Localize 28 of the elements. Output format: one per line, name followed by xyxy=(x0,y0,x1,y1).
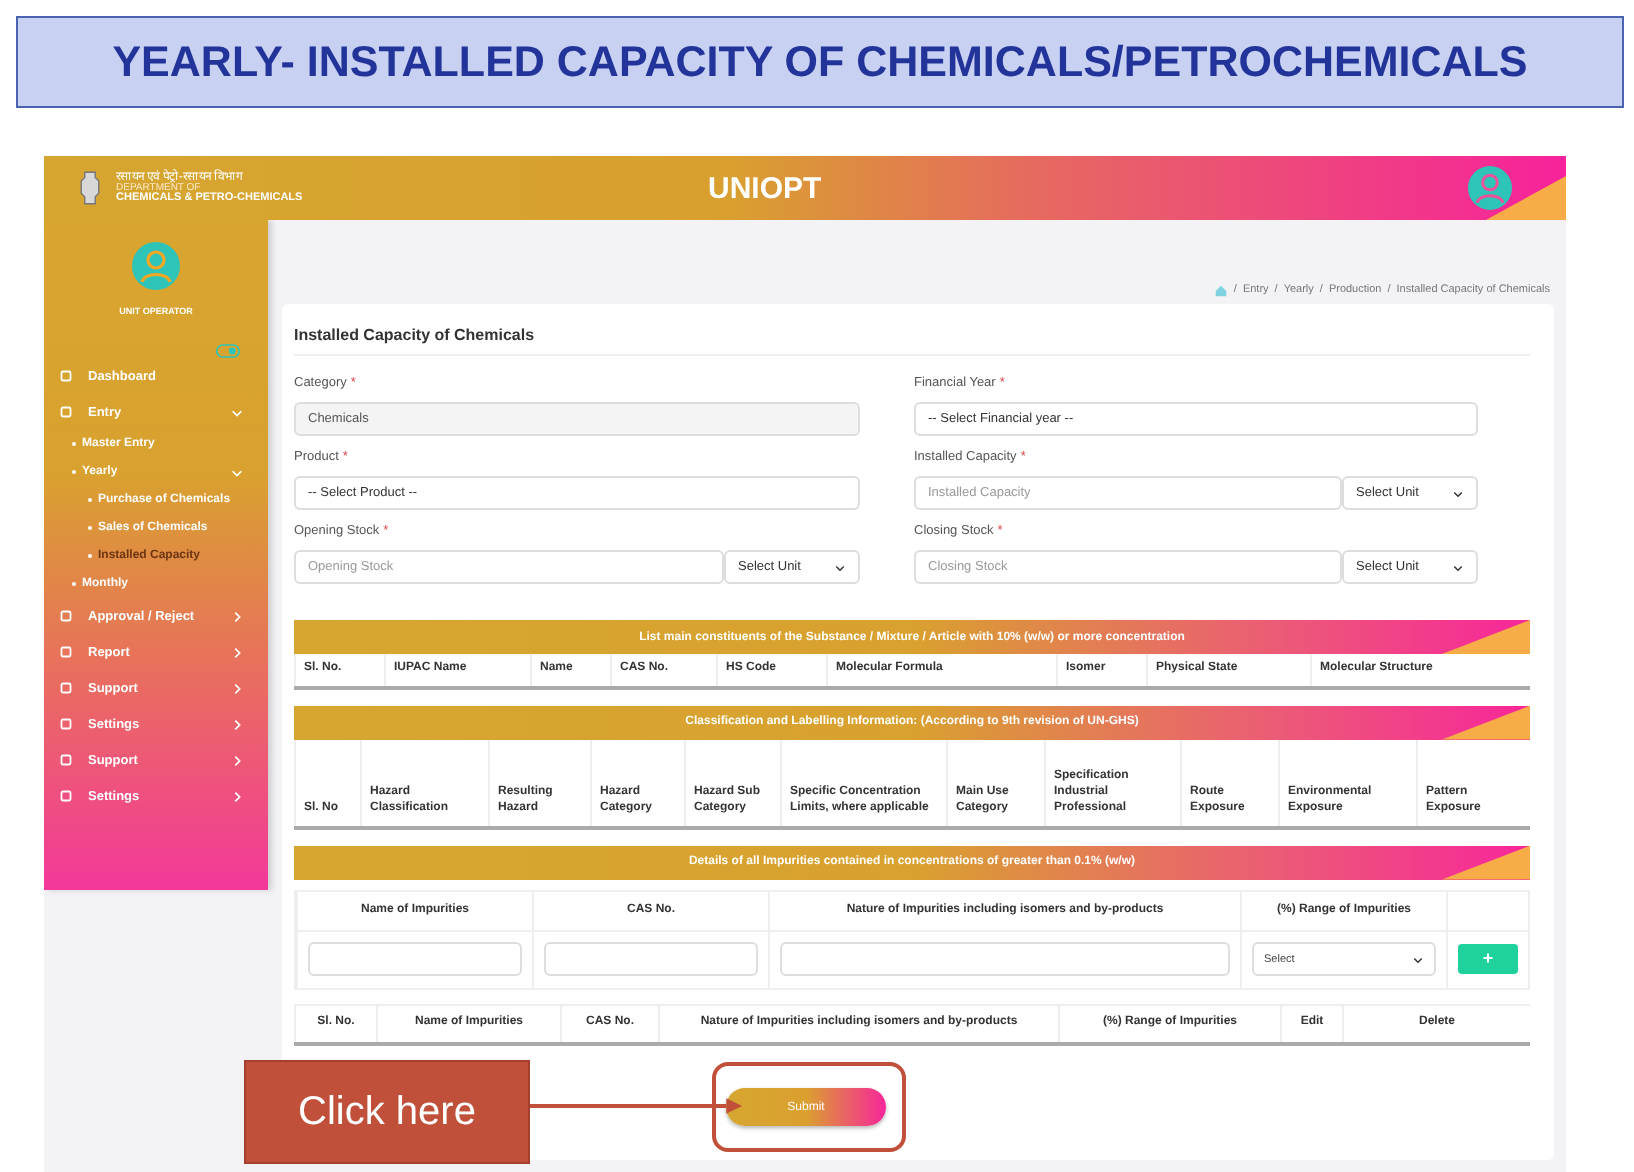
menu-icon xyxy=(60,718,72,730)
menu-icon xyxy=(60,754,72,766)
user-avatar-icon[interactable] xyxy=(1468,166,1512,210)
add-button[interactable]: + xyxy=(1458,944,1518,975)
caret-icon xyxy=(834,561,846,573)
caret-icon xyxy=(1452,487,1464,499)
input-field[interactable] xyxy=(780,942,1230,977)
slide-title: YEARLY- INSTALLED CAPACITY OF CHEMICALS/PETROCHEMICALS xyxy=(16,16,1624,108)
input-field[interactable] xyxy=(308,942,522,977)
menu-icon xyxy=(60,370,72,382)
home-icon[interactable] xyxy=(1213,283,1228,297)
menu-icon xyxy=(60,406,72,418)
menu-icon xyxy=(60,610,72,622)
app-name: UNIOPT xyxy=(708,171,822,205)
callout-label: Click here xyxy=(244,1060,530,1164)
input-field[interactable] xyxy=(544,942,758,977)
form-title: Installed Capacity of Chemicals xyxy=(294,304,1530,356)
corner-decoration xyxy=(1442,705,1530,740)
menu-icon xyxy=(60,790,72,802)
corner-decoration xyxy=(1442,845,1530,880)
user-avatar-icon xyxy=(132,242,180,290)
toggle-icon[interactable] xyxy=(216,344,240,358)
caret-icon xyxy=(1452,561,1464,573)
menu-icon xyxy=(60,682,72,694)
emblem-icon xyxy=(76,168,104,208)
menu-icon xyxy=(60,646,72,658)
caret-icon xyxy=(1412,953,1424,966)
corner-decoration xyxy=(1442,620,1530,654)
